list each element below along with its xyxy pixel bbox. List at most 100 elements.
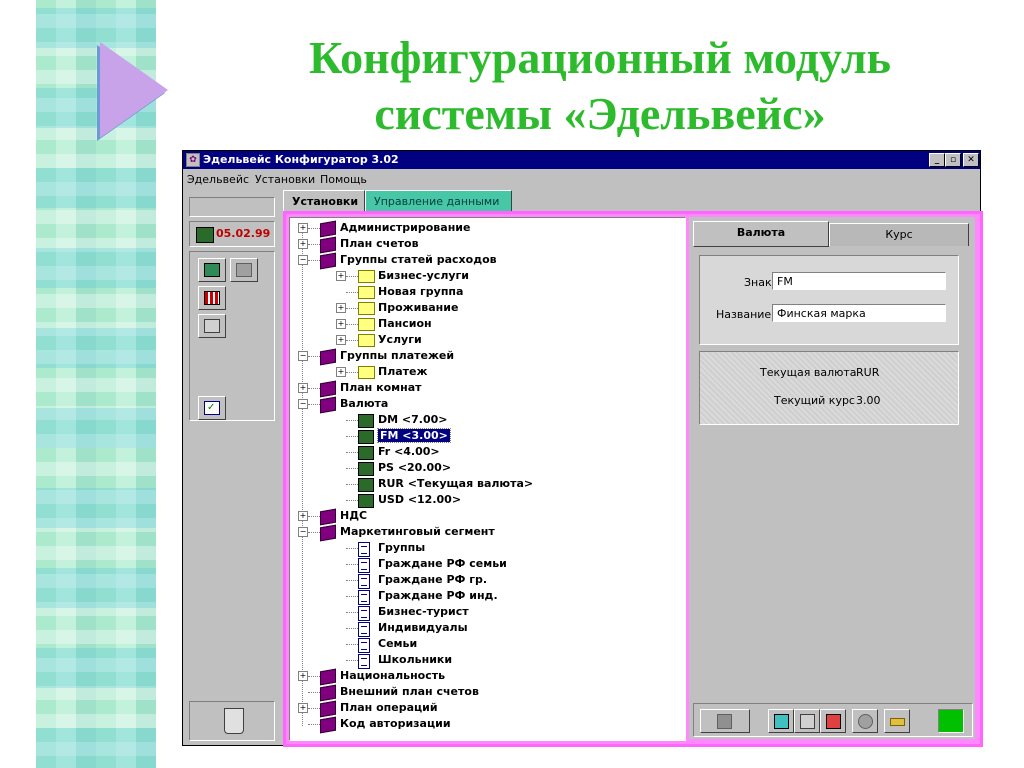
book-icon — [320, 380, 336, 398]
folder-icon — [358, 302, 375, 315]
tree-item[interactable]: + Платеж — [290, 364, 680, 380]
new-item-button[interactable] — [768, 709, 794, 733]
tree-item[interactable]: Группы — [290, 540, 680, 557]
expand-toggle-icon[interactable]: + — [336, 335, 346, 345]
tree-item[interactable]: − Группы статей расходов — [290, 252, 680, 270]
status-field — [189, 197, 275, 217]
current-currency-label: Текущая валюта — [760, 366, 857, 379]
minimize-button[interactable]: _ — [929, 153, 945, 167]
tree-item-label: Код авторизации — [340, 717, 451, 730]
tree-item[interactable]: Индивидуалы — [290, 620, 680, 637]
undo-button[interactable] — [852, 709, 878, 733]
tree-item-label: Fr <4.00> — [378, 445, 440, 458]
decorative-side-strip — [36, 0, 168, 768]
tree-item[interactable]: Семьи — [290, 636, 680, 653]
tree-item[interactable]: + Пансион — [290, 316, 680, 332]
edit-button[interactable] — [794, 709, 820, 733]
clipboard-icon — [204, 319, 220, 333]
tree-item[interactable]: Fr <4.00> — [290, 444, 680, 460]
tree-item[interactable]: Внешний план счетов — [290, 684, 680, 702]
new-document-icon — [774, 714, 789, 729]
tree-item[interactable]: RUR <Текущая валюта> — [290, 476, 680, 492]
maximize-button[interactable]: ▫ — [945, 153, 961, 167]
book-icon — [320, 524, 336, 542]
tree-item[interactable]: Код авторизации — [290, 716, 680, 734]
name-field[interactable]: Финская марка — [772, 304, 946, 322]
tree-item[interactable]: + План счетов — [290, 236, 680, 254]
tree-item[interactable]: Граждане РФ гр. — [290, 572, 680, 589]
grid-table-icon — [204, 291, 220, 305]
handshake-button[interactable] — [700, 709, 750, 733]
undo-arrow-icon — [858, 714, 873, 729]
tree-item[interactable]: Бизнес-турист — [290, 604, 680, 621]
door-exit-icon — [204, 263, 220, 277]
document-icon — [358, 654, 370, 669]
expand-toggle-icon[interactable]: + — [298, 671, 308, 681]
tree-item[interactable]: PS <20.00> — [290, 460, 680, 476]
collapse-toggle-icon[interactable]: − — [298, 399, 308, 409]
tree-item[interactable]: − Маркетинговый сегмент — [290, 524, 680, 542]
tab-settings[interactable]: Установки — [283, 190, 365, 213]
collapse-toggle-icon[interactable]: − — [298, 255, 308, 265]
tab-data-management-label: Управление данными — [374, 195, 500, 208]
settings-tree[interactable]: + Администрирование + План счетов − Группы ст… — [289, 217, 686, 741]
tree-item[interactable]: DM <7.00> — [290, 412, 680, 428]
book-icon — [320, 252, 336, 270]
money-icon — [358, 478, 374, 492]
tab-currency[interactable]: Валюта — [693, 221, 829, 247]
expand-toggle-icon[interactable]: + — [298, 223, 308, 233]
tree-item[interactable]: + План комнат — [290, 380, 680, 398]
tab-settings-label: Установки — [292, 195, 359, 208]
sign-field[interactable]: FM — [772, 272, 946, 290]
expand-toggle-icon[interactable]: + — [298, 239, 308, 249]
tree-item[interactable]: + Администрирование — [290, 220, 680, 238]
collapse-toggle-icon[interactable]: − — [298, 351, 308, 361]
menu-edelweiss[interactable]: Эдельвейс — [187, 173, 249, 186]
tree-item[interactable]: + НДС — [290, 508, 680, 526]
document-icon — [358, 606, 370, 621]
grid-button[interactable] — [198, 286, 226, 310]
tree-item[interactable]: Новая группа — [290, 284, 680, 300]
slide-title: Конфигурационный модуль системы «Эдельве… — [200, 30, 1000, 142]
tree-item[interactable]: + План операций — [290, 700, 680, 718]
tree-item[interactable]: Граждане РФ семьи — [290, 556, 680, 573]
pin-button[interactable] — [230, 258, 258, 282]
tree-item[interactable]: USD <12.00> — [290, 492, 680, 508]
expand-toggle-icon[interactable]: + — [336, 319, 346, 329]
tree-item[interactable]: + Проживание — [290, 300, 680, 316]
expand-toggle-icon[interactable]: + — [336, 271, 346, 281]
tab-data-management[interactable]: Управление данными — [365, 190, 512, 213]
menu-settings[interactable]: Установки — [255, 173, 315, 186]
trash-bin-icon[interactable] — [224, 708, 244, 734]
menu-help[interactable]: Помощь — [320, 173, 367, 186]
tree-item[interactable]: Граждане РФ инд. — [290, 588, 680, 605]
money-icon — [196, 227, 214, 243]
book-icon — [320, 716, 336, 734]
expand-toggle-icon[interactable]: + — [298, 703, 308, 713]
expand-toggle-icon[interactable]: + — [298, 511, 308, 521]
close-button[interactable]: ✕ — [963, 153, 979, 167]
tree-item[interactable]: + Национальность — [290, 668, 680, 686]
book-icon — [320, 684, 336, 702]
check-button[interactable]: ✓ — [198, 396, 226, 420]
collapse-toggle-icon[interactable]: − — [298, 527, 308, 537]
tree-item[interactable]: − Валюта — [290, 396, 680, 414]
tree-item[interactable]: Школьники — [290, 652, 680, 669]
delete-button[interactable] — [820, 709, 846, 733]
tree-item[interactable]: FM <3.00> — [290, 428, 680, 444]
expand-toggle-icon[interactable]: + — [298, 383, 308, 393]
expand-toggle-icon[interactable]: + — [336, 303, 346, 313]
tab-rate[interactable]: Курс — [829, 223, 969, 246]
key-button[interactable] — [884, 709, 910, 733]
current-rate-label: Текущий курс — [774, 394, 855, 407]
exit-door-button[interactable] — [198, 258, 226, 282]
tree-item[interactable]: + Бизнес-услуги — [290, 268, 680, 284]
tree-item-label: FM <3.00> — [377, 428, 451, 443]
tree-item[interactable]: + Услуги — [290, 332, 680, 348]
expand-toggle-icon[interactable]: + — [336, 367, 346, 377]
tree-item-label: Группы статей расходов — [340, 253, 497, 266]
tree-item[interactable]: − Группы платежей — [290, 348, 680, 366]
tree-item-label: Проживание — [378, 301, 459, 314]
date-value: 05.02.99 — [216, 227, 271, 240]
clipboard-button[interactable] — [198, 314, 226, 338]
